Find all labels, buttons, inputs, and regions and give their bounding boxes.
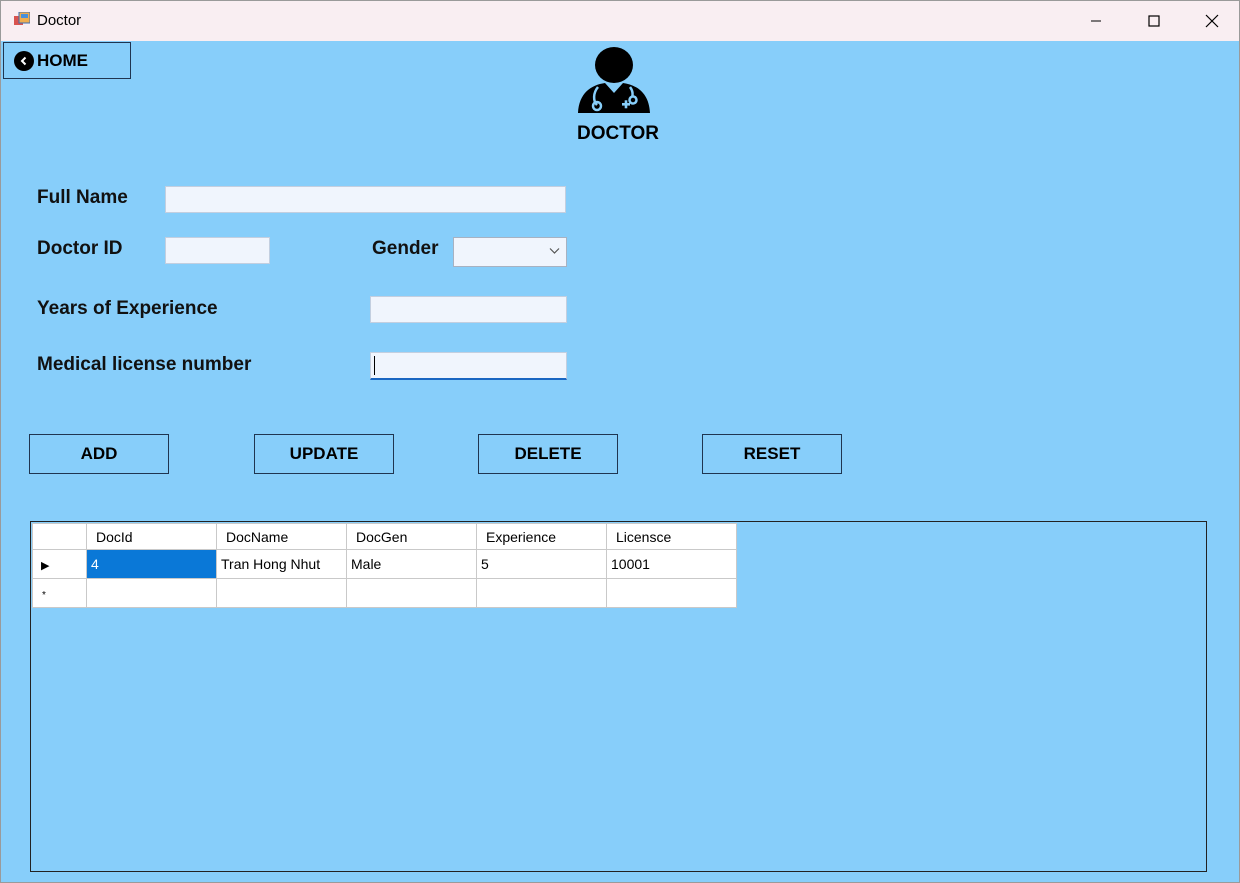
- cell-docgen[interactable]: Male: [346, 549, 477, 579]
- app-icon: [14, 12, 30, 25]
- new-cell-docname[interactable]: [216, 578, 347, 608]
- delete-button[interactable]: DELETE: [478, 434, 618, 474]
- new-cell-experience[interactable]: [476, 578, 607, 608]
- cell-docname[interactable]: Tran Hong Nhut: [216, 549, 347, 579]
- doctor-data-grid[interactable]: DocId DocName DocGen Experience Licensce…: [30, 521, 1207, 872]
- close-button[interactable]: [1183, 1, 1240, 41]
- cell-docid[interactable]: 4: [86, 549, 217, 579]
- minimize-icon: [1091, 20, 1101, 22]
- home-label: HOME: [37, 50, 88, 70]
- license-label: Medical license number: [37, 354, 252, 375]
- cell-experience[interactable]: 5: [476, 549, 607, 579]
- title-bar[interactable]: Doctor: [1, 1, 1239, 41]
- new-row-marker-icon: *: [42, 590, 46, 601]
- back-arrow-icon: [14, 50, 34, 71]
- doctor-window: Doctor HOME DOCTOR Full Name Doctor ID G…: [0, 0, 1240, 883]
- doctor-icon: [578, 47, 650, 113]
- full-name-input[interactable]: [165, 186, 566, 213]
- doctor-id-label: Doctor ID: [37, 238, 123, 259]
- reset-button[interactable]: RESET: [702, 434, 842, 474]
- chevron-down-icon: [549, 248, 560, 254]
- new-row-header[interactable]: *: [32, 578, 87, 608]
- license-input[interactable]: [370, 352, 567, 380]
- maximize-icon: [1148, 15, 1160, 27]
- full-name-label: Full Name: [37, 187, 128, 208]
- window-title: Doctor: [37, 12, 82, 29]
- doctor-id-input[interactable]: [165, 237, 270, 264]
- home-button[interactable]: HOME: [3, 42, 131, 79]
- experience-input[interactable]: [370, 296, 567, 323]
- grid-header-row: DocId DocName DocGen Experience Licensce: [32, 523, 737, 550]
- column-header-license[interactable]: Licensce: [606, 523, 737, 550]
- column-header-docgen[interactable]: DocGen: [346, 523, 477, 550]
- maximize-button[interactable]: [1125, 1, 1183, 41]
- experience-label: Years of Experience: [37, 298, 218, 319]
- gender-label: Gender: [372, 238, 439, 259]
- gender-select[interactable]: [453, 237, 567, 267]
- table-row[interactable]: ▶ 4 Tran Hong Nhut Male 5 10001: [32, 549, 737, 579]
- column-header-docname[interactable]: DocName: [216, 523, 347, 550]
- new-cell-docgen[interactable]: [346, 578, 477, 608]
- page-title: DOCTOR: [577, 123, 659, 144]
- update-button[interactable]: UPDATE: [254, 434, 394, 474]
- new-cell-docid[interactable]: [86, 578, 217, 608]
- current-row-marker-icon: ▶: [41, 560, 50, 572]
- cell-license[interactable]: 10001: [606, 549, 737, 579]
- add-button[interactable]: ADD: [29, 434, 169, 474]
- grid-table: DocId DocName DocGen Experience Licensce…: [32, 523, 737, 608]
- row-header[interactable]: ▶: [32, 549, 87, 579]
- text-caret: [374, 356, 375, 375]
- grid-corner-header: [32, 523, 87, 550]
- new-table-row[interactable]: *: [32, 578, 737, 608]
- minimize-button[interactable]: [1067, 1, 1125, 41]
- new-cell-license[interactable]: [606, 578, 737, 608]
- close-icon: [1205, 14, 1219, 28]
- column-header-experience[interactable]: Experience: [476, 523, 607, 550]
- column-header-docid[interactable]: DocId: [86, 523, 217, 550]
